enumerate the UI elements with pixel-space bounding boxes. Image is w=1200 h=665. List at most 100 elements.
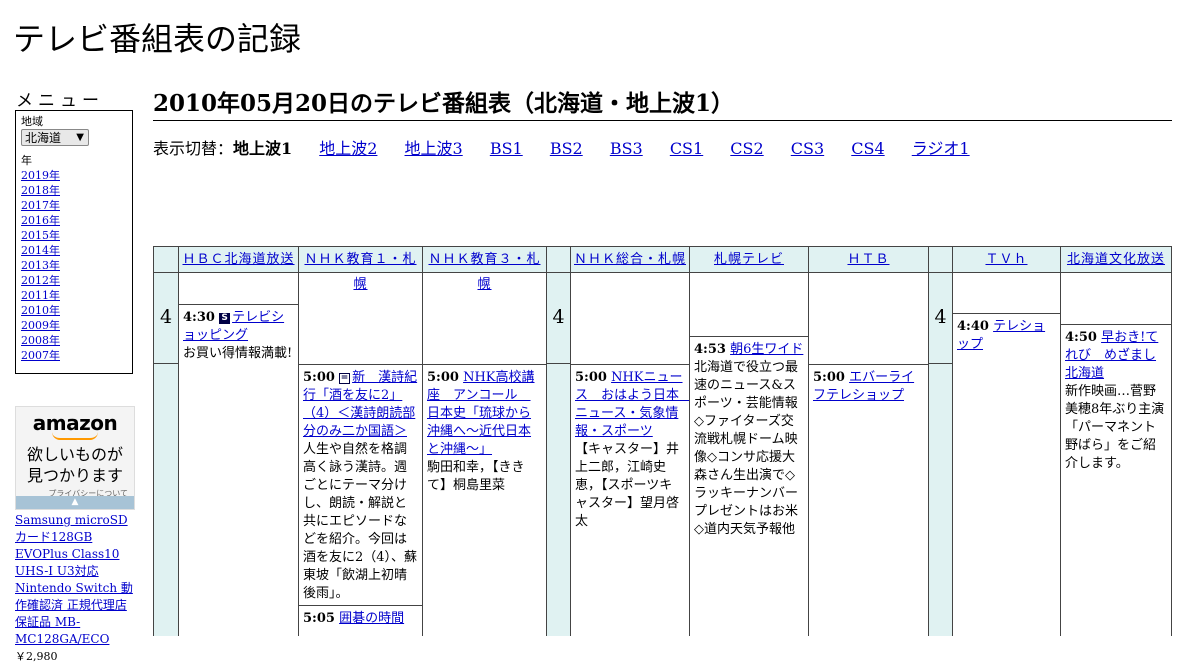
program-desc: 駒田和幸，【ききて】桐島里菜 (427, 460, 525, 493)
channel-column: ＮＨＫ教育３・札幌 5:00 NHK高校講座 アンコール 日本史「琉球から沖縄へ… (422, 246, 546, 636)
switcher-link[interactable]: CS4 (851, 139, 884, 158)
year-link[interactable]: 2011年 (21, 288, 127, 303)
year-link[interactable]: 2016年 (21, 213, 127, 228)
amazon-ad-banner[interactable]: amazon 欲しいものが 見つかります プライバシーについて ▲ (15, 406, 135, 510)
menu-box: 地域 北海道 ▼ 年 2019年 2018年 2017年 2016年 2015年… (15, 110, 133, 374)
channel-column: ＴＶｈ 4:40 テレショップ (952, 246, 1060, 636)
program-desc: お買い得情報満載! (183, 346, 293, 361)
switcher-link[interactable]: 地上波2 (319, 139, 377, 158)
year-link[interactable]: 2012年 (21, 273, 127, 288)
program-time: 5:00 (303, 370, 335, 385)
program-slot: 5:05 囲碁の時間 (299, 605, 422, 636)
channel-header: 札幌テレビ (690, 246, 808, 273)
region-select[interactable]: 北海道 ▼ (21, 129, 89, 146)
ad-product: Samsung microSDカード128GB EVOPlus Class10 … (15, 512, 137, 665)
program-desc: 人生や自然を格調高く詠う漢詩。週ごとにテーマ分けし、朗読・解説と共にエピソードな… (303, 442, 418, 601)
channel-header: ＮＨＫ教育３・札幌 (423, 246, 546, 292)
program-time: 4:53 (694, 342, 726, 357)
program-slot: 5:00 = 新 漢詩紀行「酒を友に2」（4）＜漢詩朗読部分のみ二か国語＞ 人生や… (299, 364, 422, 605)
channel-column: ＮＨＫ教育１・札幌 5:00 = 新 漢詩紀行「酒を友に2」（4）＜漢詩朗読部分の… (298, 246, 422, 636)
hour-label: 4 (934, 306, 947, 328)
year-link[interactable]: 2018年 (21, 183, 127, 198)
hour-cell: 4 (154, 273, 178, 364)
year-link[interactable]: 2015年 (21, 228, 127, 243)
program-time: 5:00 (575, 370, 607, 385)
program-time: 5:05 (303, 611, 335, 626)
hour-cell: 4 (929, 273, 952, 364)
year-link[interactable]: 2008年 (21, 333, 127, 348)
page-heading: 2010年05月20日のテレビ番組表（北海道・地上波1） (153, 84, 1172, 121)
year-link[interactable]: 2009年 (21, 318, 127, 333)
year-list: 2019年 2018年 2017年 2016年 2015年 2014年 2013… (21, 168, 127, 363)
program-slot: 4:30 S テレビショッピング お買い得情報満載! (179, 304, 298, 636)
channel-link[interactable]: 札幌テレビ (714, 252, 784, 267)
ad-product-link[interactable]: Samsung microSDカード128GB EVOPlus Class10 … (15, 513, 133, 646)
channel-link[interactable]: ＨＴＢ (847, 252, 889, 267)
program-time: 5:00 (813, 370, 845, 385)
time-column: 4 (928, 246, 952, 636)
channel-link[interactable]: ＮＨＫ総合・札幌 (574, 252, 686, 267)
time-column-header (154, 246, 178, 273)
region-select-value: 北海道 (25, 131, 62, 145)
stereo-icon: S (219, 313, 231, 324)
year-link[interactable]: 2014年 (21, 243, 127, 258)
program-time: 4:30 (183, 310, 215, 325)
year-link[interactable]: 2019年 (21, 168, 127, 183)
program-title[interactable]: 囲碁の時間 (339, 611, 404, 626)
program-desc: 新作映画…菅野美穂8年ぶり主演「パーマネント野ばら」をご紹介します。 (1065, 384, 1165, 471)
channel-column: 北海道文化放送 4:50 早おき!てれび めざまし北海道 新作映画…菅野美穂8年… (1060, 246, 1172, 636)
channel-header: ＮＨＫ教育１・札幌 (299, 246, 422, 292)
channel-link[interactable]: ＮＨＫ教育３・札幌 (428, 252, 540, 292)
program-desc: 北海道で役立つ最速のニュース&スポーツ・芸能情報◇ファイターズ交流戦札幌ドーム映… (694, 360, 799, 537)
program-slot: 4:40 テレショップ (953, 313, 1060, 636)
time-column-header (547, 246, 570, 273)
program-time: 4:50 (1065, 330, 1097, 345)
channel-column: ＨＢＣ北海道放送 4:30 S テレビショッピング お買い得情報満載! (178, 246, 298, 636)
channel-column: ＨＴＢ 5:00 エバーライフテレショップ (808, 246, 928, 636)
year-label: 年 (21, 154, 32, 167)
program-time: 4:40 (957, 319, 989, 334)
channel-link[interactable]: ＮＨＫ教育１・札幌 (304, 252, 416, 292)
year-link[interactable]: 2010年 (21, 303, 127, 318)
ad-expand-bar[interactable]: ▲ (16, 496, 134, 509)
switcher-label: 表示切替： (153, 139, 234, 158)
switcher-link[interactable]: BS3 (610, 139, 643, 158)
hour-cell: 4 (547, 273, 570, 364)
program-grid: 4 ＨＢＣ北海道放送 4:30 S テレビショッピング お買い得情報満載! ＮＨＫ… (153, 246, 1172, 636)
ad-text: 欲しいものが 見つかります (16, 444, 134, 486)
channel-link[interactable]: ＴＶｈ (985, 252, 1027, 267)
switcher-link[interactable]: CS2 (730, 139, 763, 158)
region-label: 地域 (21, 115, 43, 128)
program-slot: 4:50 早おき!てれび めざまし北海道 新作映画…菅野美穂8年ぶり主演「パーマ… (1061, 324, 1171, 636)
program-slot: 5:00 NHKニュース おはよう日本 ニュース・気象情報・スポーツ 【キャスタ… (571, 364, 689, 636)
chevron-down-icon: ▼ (76, 132, 84, 143)
channel-link[interactable]: 北海道文化放送 (1067, 252, 1165, 267)
ad-product-price: ￥2,980 (15, 650, 58, 663)
program-slot: 5:00 NHK高校講座 アンコール 日本史「琉球から沖縄へ～近代日本と沖縄～」… (423, 364, 546, 636)
switcher-link[interactable]: 地上波3 (405, 139, 463, 158)
switcher-link[interactable]: CS1 (670, 139, 703, 158)
channel-header: ＴＶｈ (953, 246, 1060, 273)
switcher-link[interactable]: CS3 (791, 139, 824, 158)
program-time: 5:00 (427, 370, 459, 385)
year-link[interactable]: 2017年 (21, 198, 127, 213)
channel-column: 札幌テレビ 4:53 朝6生ワイド 北海道で役立つ最速のニュース&スポーツ・芸能… (689, 246, 808, 636)
ad-text-line: 欲しいものが (26, 445, 123, 464)
year-link[interactable]: 2013年 (21, 258, 127, 273)
channel-header: ＮＨＫ総合・札幌 (571, 246, 689, 273)
bilingual-icon: = (339, 373, 351, 384)
year-link[interactable]: 2007年 (21, 348, 127, 363)
switcher-link[interactable]: ラジオ1 (912, 139, 970, 158)
site-title: テレビ番組表の記録 (13, 20, 302, 58)
switcher-link[interactable]: BS2 (550, 139, 583, 158)
view-switcher: 表示切替：地上波1 地上波2 地上波3 BS1 BS2 BS3 CS1 CS2 … (153, 135, 992, 159)
channel-header: ＨＢＣ北海道放送 (179, 246, 298, 273)
program-slot: 4:53 朝6生ワイド 北海道で役立つ最速のニュース&スポーツ・芸能情報◇ファイ… (690, 336, 808, 636)
chevron-up-icon: ▲ (71, 497, 79, 507)
switcher-current: 地上波1 (233, 139, 293, 158)
switcher-link[interactable]: BS1 (490, 139, 523, 158)
channel-link[interactable]: ＨＢＣ北海道放送 (182, 252, 294, 267)
program-title[interactable]: 朝6生ワイド (730, 342, 803, 357)
program-desc: 【キャスター】井上二郎，江崎史恵，【スポーツキャスター】望月啓太 (575, 442, 680, 529)
program-slot: 5:00 エバーライフテレショップ (809, 364, 928, 636)
